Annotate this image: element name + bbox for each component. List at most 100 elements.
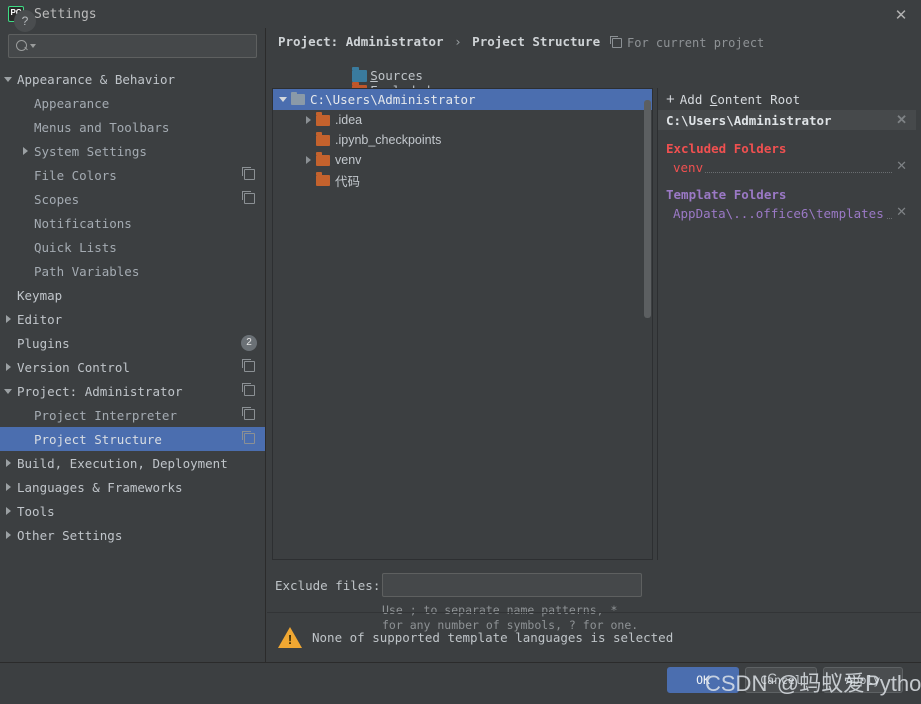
content-root-path-row[interactable]: C:\Users\Administrator ✕ [658,110,916,130]
chevron-right-icon[interactable] [301,153,316,168]
copy-icon[interactable] [244,169,255,180]
sidebar-item-system-settings[interactable]: System Settings [0,139,265,163]
apply-button[interactable]: Apply [823,667,903,693]
sidebar-item-editor[interactable]: Editor [0,307,265,331]
settings-dialog: Settings ✕ Appearance & BehaviorAppearan… [0,0,921,704]
remove-folder-icon[interactable]: ✕ [896,159,907,173]
tree-row-label: venv [335,153,361,167]
sidebar-item-path-variables[interactable]: Path Variables [0,259,265,283]
for-current-project: For current project [612,36,764,50]
folder-icon [316,115,330,126]
sidebar-item-label: Project Structure [34,432,162,447]
tree-row-label: 代码 [335,171,360,190]
tree-root-label: C:\Users\Administrator [310,92,476,107]
copy-icon[interactable] [244,193,255,204]
warning-icon [278,627,302,648]
chevron-right-icon[interactable] [19,145,32,158]
chevron-down-icon[interactable] [2,73,15,86]
chevron-right-icon[interactable] [2,481,15,494]
sidebar-item-project-administrator[interactable]: Project: Administrator [0,379,265,403]
sidebar-search-wrapper [0,28,265,58]
sidebar-item-other-settings[interactable]: Other Settings [0,523,265,547]
folder-icon [291,94,305,105]
tree-row[interactable]: venv [273,150,652,170]
tree-row[interactable]: .idea [273,110,652,130]
sidebar-item-quick-lists[interactable]: Quick Lists [0,235,265,259]
sidebar-item-version-control[interactable]: Version Control [0,355,265,379]
sidebar-item-keymap[interactable]: Keymap [0,283,265,307]
chevron-down-icon[interactable] [2,385,15,398]
sidebar-item-label: Menus and Toolbars [34,120,169,135]
mark-as-label: Sources [370,68,423,83]
mark-as-sources-button[interactable]: Sources [352,68,438,83]
remove-content-root-icon[interactable]: ✕ [896,113,907,127]
sidebar-item-appearance-behavior[interactable]: Appearance & Behavior [0,67,265,91]
chevron-right-icon[interactable] [2,505,15,518]
chevron-right-icon[interactable] [2,529,15,542]
copy-icon[interactable] [244,433,255,444]
help-button[interactable]: ? [14,10,36,32]
tree-row[interactable]: 代码 [273,170,652,190]
folder-icon [316,155,330,166]
exclude-files-input[interactable] [382,573,642,597]
sidebar-item-scopes[interactable]: Scopes [0,187,265,211]
sidebar-item-menus-and-toolbars[interactable]: Menus and Toolbars [0,115,265,139]
sidebar-item-project-structure[interactable]: Project Structure [0,427,265,451]
breadcrumb: Project: Administrator › Project Structu… [278,34,600,49]
folder-group-title: Excluded Folders [666,141,916,156]
project-structure-panel: Project: Administrator › Project Structu… [267,28,921,662]
sidebar-item-file-colors[interactable]: File Colors [0,163,265,187]
tree-scrollbar[interactable] [644,100,651,318]
chevron-right-icon[interactable] [2,457,15,470]
folder-group-template: Template FoldersAppData\...office6\templ… [658,187,916,222]
copy-icon [612,38,622,48]
chevron-right-icon[interactable] [2,361,15,374]
tree-spacer [301,133,316,148]
folder-group-excluded: Excluded Folders venv✕ [658,141,916,176]
sidebar-item-label: Tools [17,504,55,519]
folder-entry-name: AppData\...office6\templates [673,206,886,221]
tree-children: .idea.ipynb_checkpointsvenv 代码 [273,110,652,190]
close-icon[interactable]: ✕ [891,5,911,25]
add-content-root-button[interactable]: + Add Content Root [658,88,916,110]
sidebar-item-build-execution-deployment[interactable]: Build, Execution, Deployment [0,451,265,475]
tree-row[interactable]: .ipynb_checkpoints [273,130,652,150]
folder-entry[interactable]: AppData\...office6\templates ✕ [666,204,916,222]
sidebar-item-label: Plugins [17,336,70,351]
sidebar-item-appearance[interactable]: Appearance [0,91,265,115]
chevron-right-icon[interactable] [301,113,316,128]
search-input[interactable] [36,39,256,53]
folder-entry[interactable]: venv✕ [666,158,916,176]
sidebar-item-project-interpreter[interactable]: Project Interpreter [0,403,265,427]
sidebar-item-label: Editor [17,312,62,327]
for-current-project-label: For current project [627,36,764,50]
copy-icon[interactable] [244,385,255,396]
sidebar-item-label: Quick Lists [34,240,117,255]
copy-icon[interactable] [244,361,255,372]
chevron-down-icon[interactable] [276,92,291,107]
dotted-leader [673,172,892,173]
breadcrumb-parent[interactable]: Project: Administrator [278,34,444,49]
sidebar-item-label: Languages & Frameworks [17,480,183,495]
cancel-button[interactable]: Cancel [745,667,817,693]
sidebar-item-label: Notifications [34,216,132,231]
sidebar-item-notifications[interactable]: Notifications [0,211,265,235]
remove-folder-icon[interactable]: ✕ [896,205,907,219]
sidebar-item-tools[interactable]: Tools [0,499,265,523]
sidebar-item-label: Keymap [17,288,62,303]
sidebar-item-label: Version Control [17,360,130,375]
ok-button[interactable]: OK [667,667,739,693]
breadcrumb-separator: › [451,34,465,49]
add-content-root-label: Add Content Root [680,92,800,107]
copy-icon[interactable] [244,409,255,420]
window-title: Settings [34,7,97,22]
plugins-update-badge: 2 [241,335,257,351]
search-field[interactable] [8,34,257,58]
sidebar-item-plugins[interactable]: Plugins 2 [0,331,265,355]
chevron-right-icon[interactable] [2,313,15,326]
folder-groups: Excluded Folders venv✕ Template FoldersApp… [658,141,916,222]
tree-root-row[interactable]: C:\Users\Administrator [273,89,652,110]
sidebar-item-label: Path Variables [34,264,139,279]
folder-icon [316,175,330,186]
sidebar-item-languages-frameworks[interactable]: Languages & Frameworks [0,475,265,499]
